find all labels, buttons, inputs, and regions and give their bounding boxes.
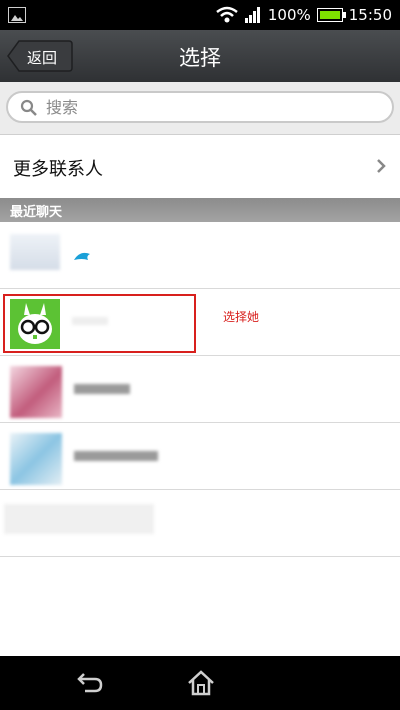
search-bar — [0, 82, 400, 135]
clock: 15:50 — [348, 6, 392, 24]
home-icon[interactable] — [186, 670, 216, 696]
battery-icon — [316, 8, 346, 22]
page-title: 选择 — [179, 46, 221, 70]
annotation-label: 选择她 — [223, 310, 260, 324]
signal-icon — [244, 7, 260, 23]
chat-row[interactable] — [0, 222, 400, 289]
avatar — [10, 234, 60, 270]
search-box[interactable] — [6, 91, 394, 123]
title-bar: 返回 选择 — [0, 30, 400, 82]
back-nav-icon[interactable] — [75, 671, 105, 695]
chat-row[interactable] — [0, 356, 400, 423]
more-contacts-label: 更多联系人 — [13, 159, 103, 180]
battery-percent: 100% — [267, 6, 311, 24]
contact-name-redacted — [74, 451, 158, 461]
avatar — [10, 366, 62, 418]
contact-redacted — [4, 504, 154, 534]
more-contacts-row[interactable]: 更多联系人 — [0, 135, 400, 197]
image-notification-icon — [8, 7, 26, 23]
recent-chats-label: 最近聊天 — [10, 205, 63, 220]
status-bar: 100% 15:50 — [0, 0, 400, 30]
chat-row[interactable] — [0, 490, 400, 557]
chevron-right-icon — [377, 159, 386, 173]
navigation-bar — [0, 656, 400, 710]
search-input[interactable] — [46, 96, 376, 118]
recent-chats-header: 最近聊天 — [0, 198, 400, 222]
wifi-icon — [216, 6, 238, 23]
search-icon — [20, 99, 37, 116]
contact-name-redacted — [74, 384, 130, 394]
avatar — [10, 433, 62, 485]
chat-row[interactable] — [0, 423, 400, 490]
dolphin-emoji-icon — [74, 252, 90, 260]
selection-highlight-box — [3, 294, 196, 353]
